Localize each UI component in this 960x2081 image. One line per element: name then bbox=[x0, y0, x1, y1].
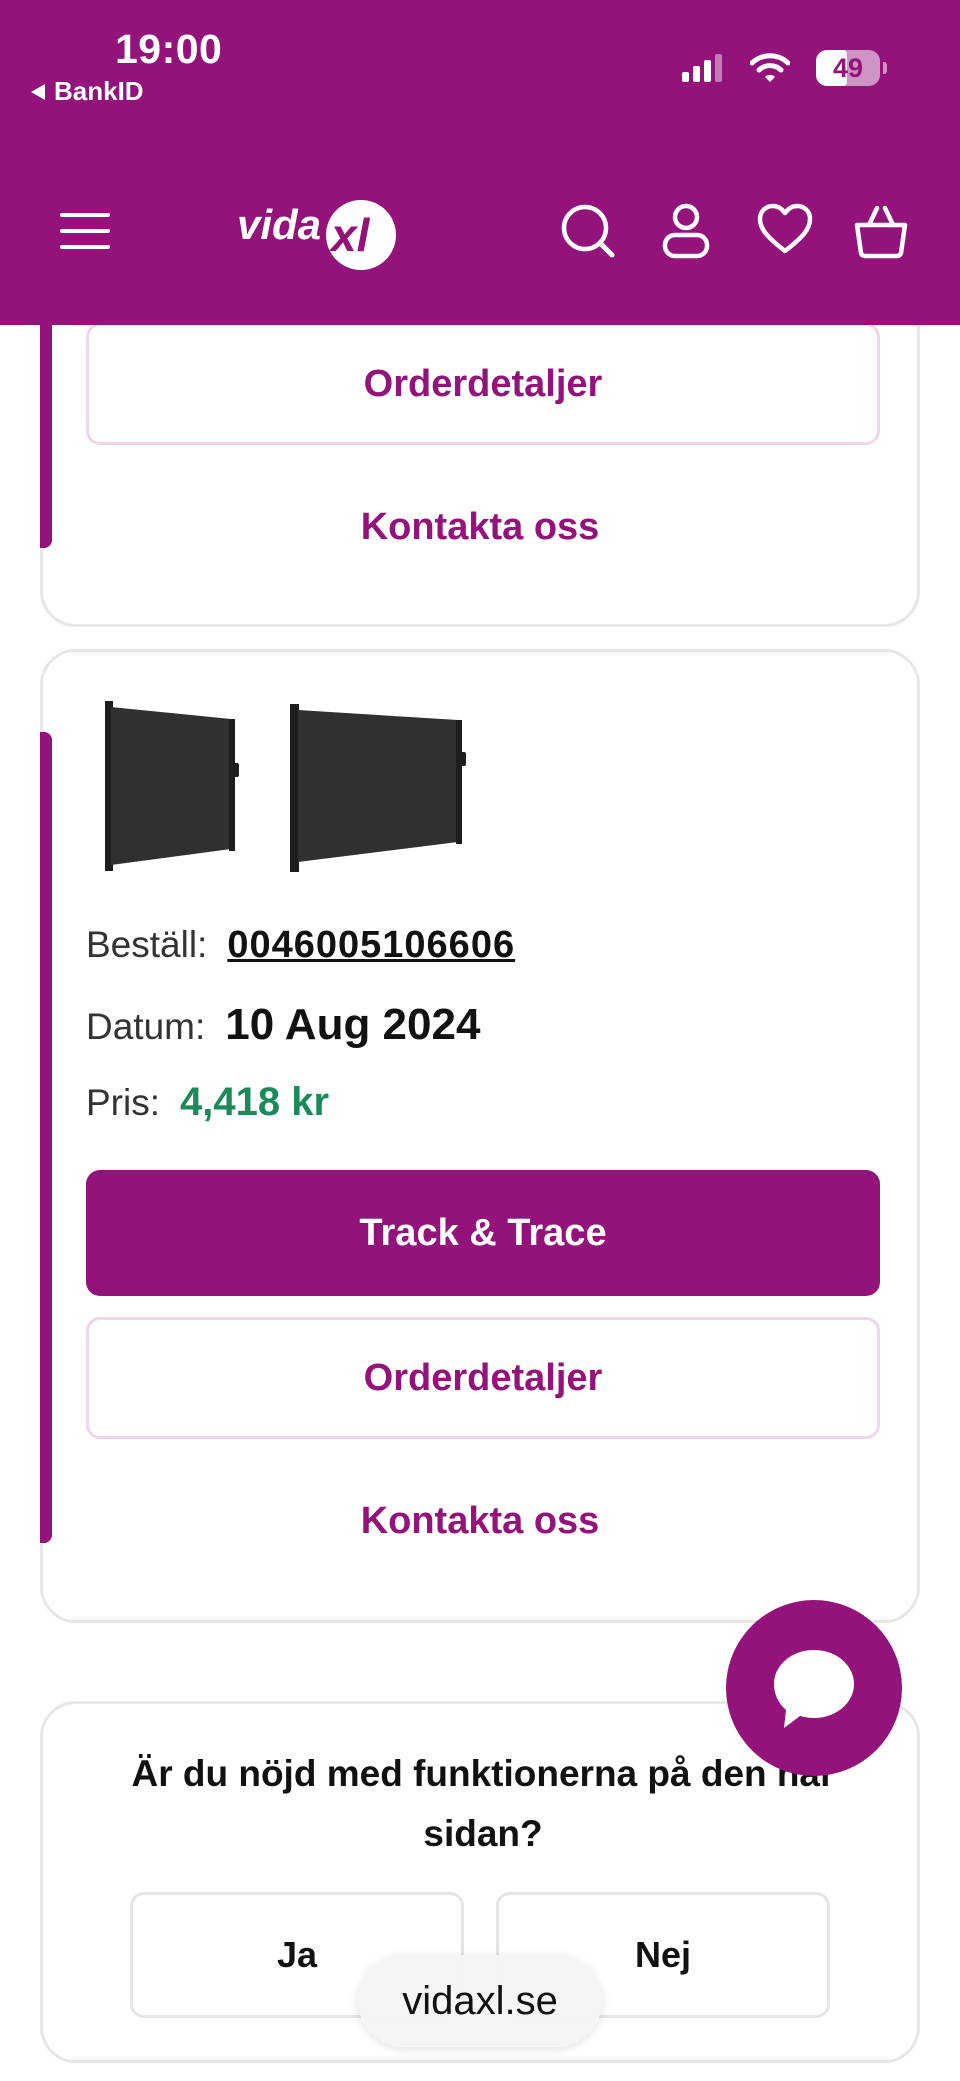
signal-icon bbox=[682, 54, 722, 82]
order-date: 10 Aug 2024 bbox=[225, 1000, 481, 1049]
track-trace-button[interactable]: Track & Trace bbox=[86, 1170, 880, 1296]
user-icon[interactable] bbox=[662, 203, 710, 259]
order-details-label: Orderdetaljer bbox=[363, 362, 603, 405]
hamburger-menu-icon[interactable] bbox=[60, 213, 110, 249]
order-price-row: Pris: 4,418 kr bbox=[86, 1080, 329, 1125]
survey-yes-label: Ja bbox=[276, 1934, 318, 1975]
card-accent-bar bbox=[40, 732, 52, 1543]
survey-question: Är du nöjd med funktionerna på den här s… bbox=[131, 1753, 835, 1854]
vidaxl-logo[interactable]: vida xl bbox=[237, 195, 401, 271]
contact-us-link[interactable]: Kontakta oss bbox=[43, 506, 917, 549]
battery-indicator: 49 bbox=[816, 50, 887, 86]
track-trace-label: Track & Trace bbox=[359, 1211, 607, 1254]
order-details-button[interactable]: Orderdetaljer bbox=[86, 323, 880, 445]
order-label: Beställ: bbox=[86, 924, 208, 965]
order-date-row: Datum: 10 Aug 2024 bbox=[86, 1000, 480, 1050]
status-time: 19:00 bbox=[115, 26, 223, 72]
svg-text:vida: vida bbox=[237, 201, 321, 248]
status-icons: 49 bbox=[682, 50, 887, 86]
battery-level: 49 bbox=[832, 52, 864, 83]
order-number-row: Beställ: 0046005106606 bbox=[86, 924, 515, 967]
browser-url-bar[interactable]: vidaxl.se bbox=[358, 1955, 602, 2047]
order-price: 4,418 kr bbox=[180, 1080, 330, 1124]
browser-url-text: vidaxl.se bbox=[402, 1978, 558, 2023]
order-card: Beställ: 0046005106606 Datum: 10 Aug 202… bbox=[40, 649, 920, 1623]
contact-us-link[interactable]: Kontakta oss bbox=[43, 1500, 917, 1543]
product-image-1[interactable] bbox=[101, 697, 241, 877]
navigation-bar: vida xl bbox=[0, 195, 960, 275]
order-details-button[interactable]: Orderdetaljer bbox=[86, 1317, 880, 1439]
order-number-link[interactable]: 0046005106606 bbox=[227, 924, 515, 967]
wifi-icon bbox=[750, 53, 790, 82]
heart-icon[interactable] bbox=[757, 203, 813, 255]
chat-bubble-icon bbox=[774, 1650, 854, 1728]
back-to-app[interactable]: BankID bbox=[30, 76, 144, 107]
back-triangle-icon bbox=[31, 83, 45, 100]
order-details-label: Orderdetaljer bbox=[363, 1356, 603, 1399]
price-label: Pris: bbox=[86, 1082, 160, 1123]
basket-icon[interactable] bbox=[852, 203, 910, 259]
page: 19:00 BankID 49 vida xl Orderdetaljer Ko… bbox=[0, 0, 960, 2081]
date-label: Datum: bbox=[86, 1006, 206, 1047]
app-header: 19:00 BankID 49 vida xl bbox=[0, 0, 960, 325]
product-image-2[interactable] bbox=[288, 702, 468, 877]
back-app-label: BankID bbox=[54, 76, 144, 106]
survey-no-label: Nej bbox=[634, 1934, 692, 1975]
search-icon[interactable] bbox=[560, 203, 616, 259]
svg-text:xl: xl bbox=[328, 209, 371, 261]
chat-button[interactable] bbox=[726, 1600, 902, 1776]
